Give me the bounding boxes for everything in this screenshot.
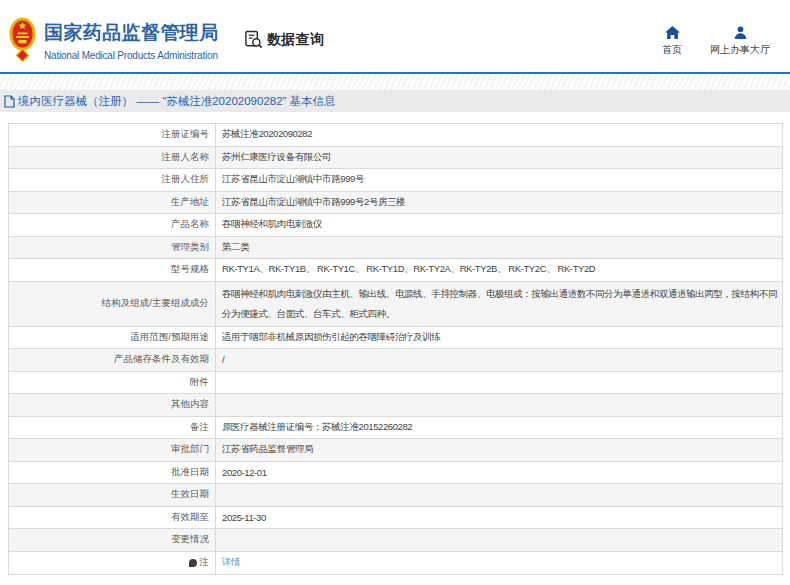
data-query-icon: [244, 30, 263, 49]
row-label: 其他内容: [9, 394, 216, 416]
row-label: 适用范围/预期用途: [9, 327, 216, 349]
pin-icon: [189, 559, 197, 567]
row-label: 产品储存条件及有效期: [9, 349, 216, 371]
table-row: 注册人住所江苏省昆山市淀山湖镇中市路999号: [9, 169, 782, 192]
national-emblem-logo: [9, 16, 36, 62]
detail-link[interactable]: 详情: [222, 556, 240, 569]
row-value: [216, 372, 782, 394]
info-table: 注册证编号苏械注准20202090282注册人名称苏州仁康医疗设备有限公司注册人…: [8, 123, 783, 575]
table-row: 附件: [9, 372, 782, 395]
row-value: [216, 394, 782, 416]
page-title: 境内医疗器械（注册） —— “苏械注准20202090282” 基本信息: [18, 94, 336, 109]
row-label: 生效日期: [9, 484, 216, 506]
spacer: [0, 112, 790, 123]
row-label: 批准日期: [9, 462, 216, 484]
nav-service-hall-label: 网上办事大厅: [710, 43, 770, 57]
table-row: 有效期至2025-11-30: [9, 507, 782, 530]
row-value: 苏械注准20202090282: [216, 124, 782, 146]
data-query-section[interactable]: 数据查询: [244, 30, 324, 49]
row-label: 管理类别: [9, 237, 216, 259]
row-label: 产品名称: [9, 214, 216, 236]
table-row: 适用范围/预期用途适用于咽部非机械原因损伤引起的吞咽障碍治疗及训练: [9, 327, 782, 350]
row-label: 附件: [9, 372, 216, 394]
row-label: 变更情况: [9, 529, 216, 551]
table-row: 管理类别第二类: [9, 237, 782, 260]
table-row: 注详情: [9, 552, 782, 575]
row-label: 结构及组成/主要组成成分: [9, 282, 216, 326]
nav-home[interactable]: 首页: [662, 26, 682, 57]
table-row: 其他内容: [9, 394, 782, 417]
org-name-en: National Medical Products Administration: [44, 50, 219, 61]
table-row: 备注原医疗器械注册证编号：苏械注准20152260282: [9, 417, 782, 440]
row-value: /: [216, 349, 782, 371]
page-title-bar: 境内医疗器械（注册） —— “苏械注准20202090282” 基本信息: [0, 90, 790, 112]
row-label: 注: [9, 552, 216, 575]
row-value: 吞咽神经和肌肉电刺激仪: [216, 214, 782, 236]
home-icon: [665, 26, 680, 39]
row-value: 2025-11-30: [216, 507, 782, 529]
site-header: 国家药品监督管理局 National Medical Products Admi…: [0, 0, 790, 72]
row-value: 适用于咽部非机械原因损伤引起的吞咽障碍治疗及训练: [216, 327, 782, 349]
nav-home-label: 首页: [662, 43, 682, 57]
row-value: 苏州仁康医疗设备有限公司: [216, 147, 782, 169]
row-label: 备注: [9, 417, 216, 439]
table-row: 生效日期: [9, 484, 782, 507]
row-value: 江苏省昆山市淀山湖镇中市路999号: [216, 169, 782, 191]
document-icon: [4, 95, 15, 108]
table-row: 生产地址江苏省昆山市淀山湖镇中市路999号2号房三楼: [9, 192, 782, 215]
row-value: 2020-12-01: [216, 462, 782, 484]
row-label: 审批部门: [9, 439, 216, 461]
table-row: 审批部门江苏省药品监督管理局: [9, 439, 782, 462]
row-value: RK-TY1A、RK-TY1B、 RK-TY1C、 RK-TY1D、RK-TY2…: [216, 259, 782, 281]
org-title-block: 国家药品监督管理局 National Medical Products Admi…: [44, 20, 219, 61]
row-value: 原医疗器械注册证编号：苏械注准20152260282: [216, 417, 782, 439]
row-label: 生产地址: [9, 192, 216, 214]
hatch-band: [0, 74, 790, 90]
row-value: 江苏省昆山市淀山湖镇中市路999号2号房三楼: [216, 192, 782, 214]
table-row: 型号规格RK-TY1A、RK-TY1B、 RK-TY1C、 RK-TY1D、RK…: [9, 259, 782, 282]
row-value: 江苏省药品监督管理局: [216, 439, 782, 461]
table-row: 变更情况: [9, 529, 782, 552]
row-value: [216, 529, 782, 551]
table-row: 注册证编号苏械注准20202090282: [9, 124, 782, 147]
row-value: 第二类: [216, 237, 782, 259]
row-value: 吞咽神经和肌肉电刺激仪由主机、输出线、电源线、手持控制器、电极组成：按输出通道数…: [216, 282, 782, 326]
nav-service-hall[interactable]: 网上办事大厅: [710, 26, 770, 57]
row-label: 注册人住所: [9, 169, 216, 191]
row-label: 注册人名称: [9, 147, 216, 169]
table-row: 结构及组成/主要组成成分吞咽神经和肌肉电刺激仪由主机、输出线、电源线、手持控制器…: [9, 282, 782, 327]
row-value-link-cell: 详情: [216, 552, 782, 575]
top-nav: 首页 网上办事大厅: [662, 26, 770, 57]
row-label: 型号规格: [9, 259, 216, 281]
org-name-cn: 国家药品监督管理局: [44, 20, 219, 46]
row-label: 注册证编号: [9, 124, 216, 146]
person-icon: [734, 26, 747, 39]
table-row: 产品名称吞咽神经和肌肉电刺激仪: [9, 214, 782, 237]
table-row: 产品储存条件及有效期/: [9, 349, 782, 372]
data-query-label: 数据查询: [267, 31, 324, 49]
row-value: [216, 484, 782, 506]
table-row: 批准日期2020-12-01: [9, 462, 782, 485]
table-row: 注册人名称苏州仁康医疗设备有限公司: [9, 147, 782, 170]
row-label: 有效期至: [9, 507, 216, 529]
